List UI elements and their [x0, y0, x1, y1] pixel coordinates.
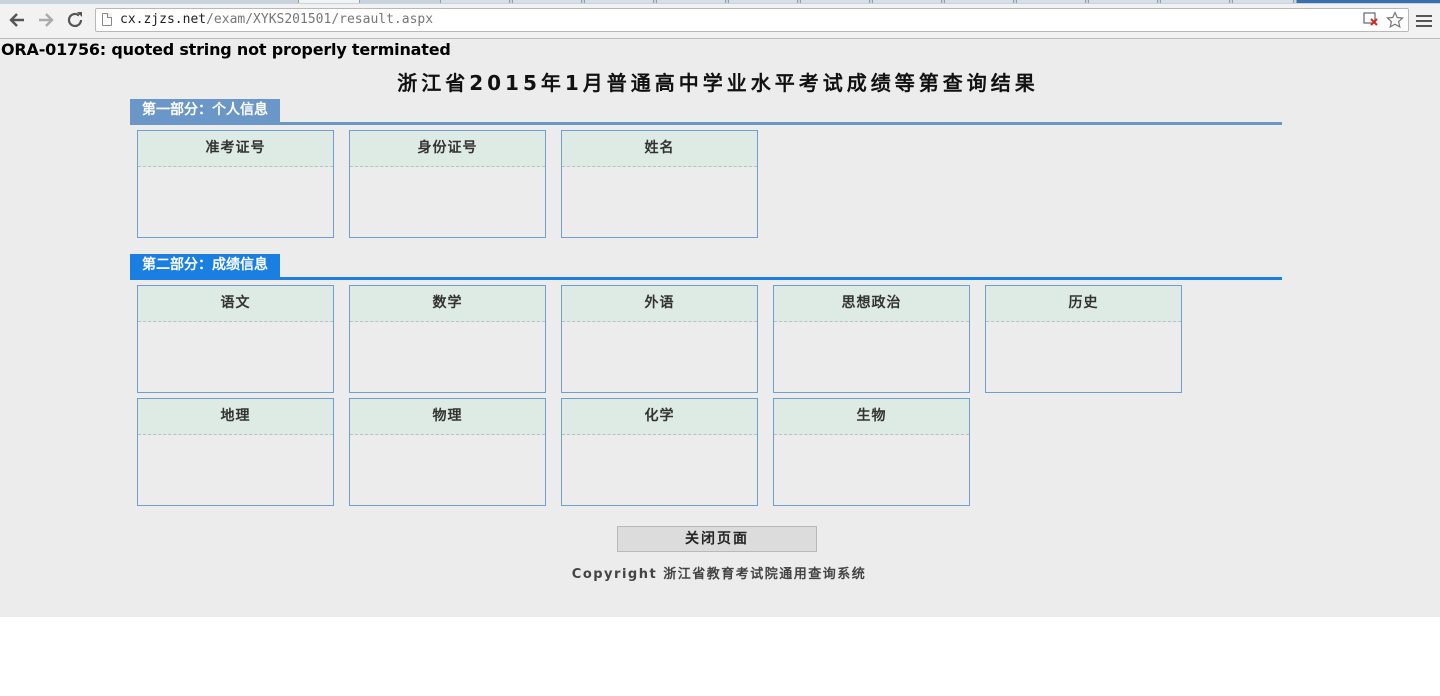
address-bar[interactable]: cx.zjzs.net/exam/XYKS201501/resault.aspx	[95, 8, 1409, 32]
score-value	[350, 435, 545, 506]
score-value	[138, 322, 333, 393]
subject-label: 历史	[986, 286, 1181, 322]
browser-tab[interactable]	[1016, 0, 1086, 3]
score-box-geography: 地理	[137, 398, 334, 506]
browser-toolbar: cx.zjzs.net/exam/XYKS201501/resault.aspx	[0, 4, 1440, 39]
section-divider	[130, 122, 1282, 125]
section-scores-header: 第二部分：成绩信息	[130, 254, 1282, 280]
close-page-button[interactable]: 关闭页面	[617, 526, 817, 552]
subject-label: 外语	[562, 286, 757, 322]
section-scores-title: 第二部分：成绩信息	[130, 254, 280, 277]
new-tab-area[interactable]	[1296, 0, 1440, 3]
field-box-name: 姓名	[561, 130, 758, 238]
browser-tab[interactable]	[440, 0, 510, 3]
subject-label: 地理	[138, 399, 333, 435]
score-value	[138, 435, 333, 506]
error-message: ORA-01756: quoted string not properly te…	[1, 40, 451, 59]
score-value	[562, 435, 757, 506]
field-label: 身份证号	[350, 131, 545, 167]
score-value	[986, 322, 1181, 393]
reload-icon[interactable]	[64, 9, 86, 31]
subject-label: 生物	[774, 399, 969, 435]
score-value	[774, 322, 969, 393]
browser-tab[interactable]	[1232, 0, 1294, 3]
forward-arrow-icon[interactable]	[35, 9, 57, 31]
section-personal-header: 第一部分：个人信息	[130, 99, 1282, 125]
url-path: /exam/XYKS201501/resault.aspx	[206, 12, 434, 27]
score-box-foreign-language: 外语	[561, 285, 758, 393]
score-box-chemistry: 化学	[561, 398, 758, 506]
section-personal-title: 第一部分：个人信息	[130, 99, 280, 122]
blocked-content-icon[interactable]	[1362, 11, 1380, 29]
menu-icon[interactable]	[1416, 12, 1432, 28]
field-label: 准考证号	[138, 131, 333, 167]
score-box-chinese: 语文	[137, 285, 334, 393]
browser-tab[interactable]	[656, 0, 726, 3]
subject-label: 化学	[562, 399, 757, 435]
back-arrow-icon[interactable]	[6, 9, 28, 31]
browser-tab[interactable]	[1160, 0, 1230, 3]
page-title: 浙江省2015年1月普通高中学业水平考试成绩等第查询结果	[397, 71, 1039, 95]
browser-tab[interactable]	[872, 0, 942, 3]
browser-tab[interactable]	[1088, 0, 1158, 3]
subject-label: 物理	[350, 399, 545, 435]
browser-tab[interactable]	[944, 0, 1014, 3]
score-value	[350, 322, 545, 393]
score-box-math: 数学	[349, 285, 546, 393]
browser-tab[interactable]	[728, 0, 798, 3]
field-box-exam-number: 准考证号	[137, 130, 334, 238]
field-value	[138, 167, 333, 238]
url-host: cx.zjzs.net	[120, 12, 207, 27]
subject-label: 语文	[138, 286, 333, 322]
score-box-history: 历史	[985, 285, 1182, 393]
field-value	[350, 167, 545, 238]
subject-label: 数学	[350, 286, 545, 322]
score-value	[562, 322, 757, 393]
score-box-biology: 生物	[773, 398, 970, 506]
field-label: 姓名	[562, 131, 757, 167]
copyright-footer: Copyright 浙江省教育考试院通用查询系统	[571, 567, 867, 582]
browser-tab[interactable]	[800, 0, 870, 3]
active-tab[interactable]	[298, 0, 360, 3]
browser-tab[interactable]	[584, 0, 654, 3]
field-value	[562, 167, 757, 238]
browser-tab[interactable]	[512, 0, 582, 3]
score-box-politics: 思想政治	[773, 285, 970, 393]
score-value	[774, 435, 969, 506]
page-icon	[102, 13, 112, 26]
subject-label: 思想政治	[774, 286, 969, 322]
star-icon[interactable]	[1385, 11, 1405, 29]
section-divider	[130, 277, 1282, 280]
field-box-id-number: 身份证号	[349, 130, 546, 238]
page-content: ORA-01756: quoted string not properly te…	[0, 39, 1440, 617]
url-text[interactable]: cx.zjzs.net/exam/XYKS201501/resault.aspx	[120, 9, 433, 31]
score-box-physics: 物理	[349, 398, 546, 506]
